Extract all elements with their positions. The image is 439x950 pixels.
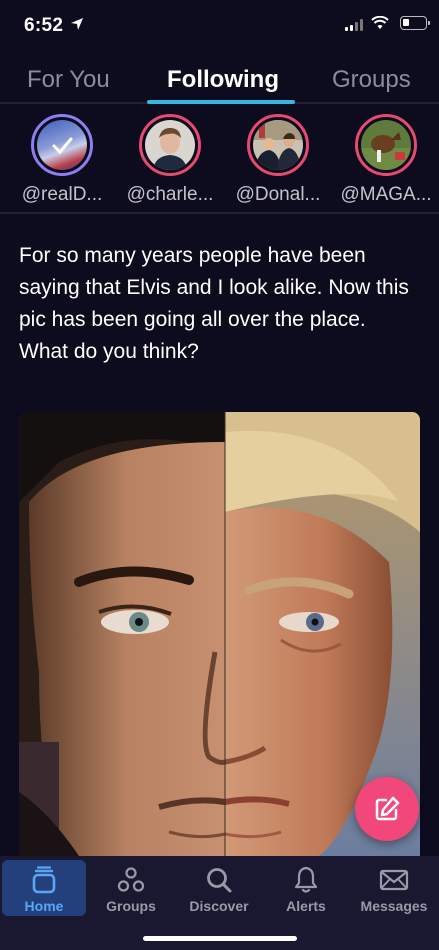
status-bar: 6:52 [0,0,439,52]
avatar-portrait [253,120,303,170]
avatar-portrait [361,132,411,170]
story-item[interactable]: @charle... [115,114,225,206]
story-item[interactable]: @Donal... [223,114,333,206]
avatar [361,120,411,170]
post-image[interactable] [19,412,420,856]
post-text: For so many years people have been sayin… [19,244,409,363]
active-tab-indicator [147,100,295,104]
bell-icon [294,866,318,893]
groups-icon [117,867,145,892]
nav-alerts[interactable]: Alerts [264,860,348,916]
story-ring [139,114,201,176]
story-item[interactable]: @MAGA... [331,114,439,206]
story-ring [355,114,417,176]
home-indicator[interactable] [143,936,297,941]
verified-check-icon [52,137,73,155]
story-item[interactable]: @realD... [7,114,117,206]
story-ring [247,114,309,176]
feed-tabs: For You Following Groups [0,58,439,104]
split-face-photo [19,412,420,856]
tab-following[interactable]: Following [167,66,279,94]
story-handle: @charle... [126,184,214,205]
nav-label: Discover [189,898,249,914]
search-icon [207,868,232,893]
story-ring [31,114,93,176]
nav-label: Groups [106,898,156,914]
cellular-signal-icon [345,19,363,31]
compose-button[interactable] [355,777,419,841]
battery-icon [400,16,430,30]
story-handle: @realD... [21,184,103,205]
nav-label: Home [24,898,64,914]
nav-messages[interactable]: Messages [352,860,436,916]
story-handle: @MAGA... [340,184,432,205]
nav-discover[interactable]: Discover [177,860,261,916]
nav-groups[interactable]: Groups [89,860,173,916]
status-time: 6:52 [24,15,64,36]
avatar [145,120,195,170]
location-arrow-icon [71,18,83,30]
tab-groups[interactable]: Groups [332,66,411,94]
stories-row: @realD... @charle... @Donal... @MAGA... [0,110,439,214]
wifi-icon [371,16,389,29]
nav-label: Messages [360,898,428,914]
compose-icon [375,796,400,821]
envelope-icon [379,869,409,891]
avatar [37,120,87,170]
home-icon [32,866,56,894]
avatar [253,120,303,170]
story-handle: @Donal... [235,184,321,205]
tab-for-you[interactable]: For You [27,66,110,94]
avatar-portrait [153,128,187,170]
nav-label: Alerts [286,898,326,914]
nav-home[interactable]: Home [2,860,86,916]
